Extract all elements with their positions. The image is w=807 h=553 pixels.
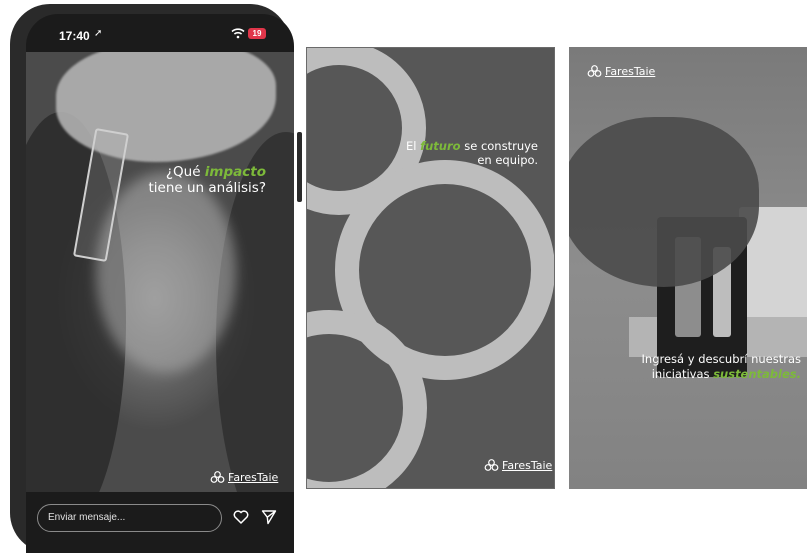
status-bar: 17:40 ➚ 19 bbox=[26, 14, 294, 52]
story-headline-highlight: impacto bbox=[204, 164, 266, 180]
battery-indicator: 19 bbox=[248, 28, 266, 39]
brand-logo-icon bbox=[484, 459, 499, 471]
phone-screen: 17:40 ➚ 19 ¿Qué impacto tiene un análisi… bbox=[26, 14, 294, 553]
story-photo-glove bbox=[56, 52, 276, 162]
phone-volume-up bbox=[16, 122, 21, 168]
panel2-headline-line2: en equipo. bbox=[477, 153, 538, 167]
panel3-headline-line1: Ingresá y descubrí nuestras bbox=[641, 352, 801, 366]
panel2-brand-logo: FaresTaie bbox=[484, 459, 552, 472]
panel3-headline-highlight: sustentables. bbox=[713, 367, 801, 381]
brand-logo-text: FaresTaie bbox=[228, 471, 279, 484]
story-brand-logo: FaresTaie bbox=[210, 471, 278, 484]
phone-mute-switch bbox=[16, 80, 21, 102]
panel2-headline: El futuro se construye en equipo. bbox=[406, 139, 538, 167]
panel3-brand-logo: FaresTaie bbox=[587, 65, 655, 78]
message-input[interactable]: Enviar mensaje... bbox=[37, 504, 222, 532]
phone-power-button bbox=[297, 132, 302, 202]
panel3-photo-glove bbox=[569, 117, 759, 287]
brand-logo-icon bbox=[210, 471, 225, 483]
panel3-headline: Ingresá y descubrí nuestras iniciativas … bbox=[642, 352, 801, 382]
story-panel-futuro[interactable]: El futuro se construye en equipo. FaresT… bbox=[306, 47, 555, 489]
story-panel-sustentables[interactable]: FaresTaie Ingresá y descubrí nuestras in… bbox=[569, 47, 807, 489]
story-headline-line2: tiene un análisis? bbox=[148, 180, 267, 196]
phone-volume-down bbox=[16, 174, 21, 220]
heart-icon[interactable] bbox=[233, 510, 249, 524]
brand-logo-text: FaresTaie bbox=[502, 459, 553, 472]
send-icon[interactable] bbox=[261, 509, 277, 525]
status-time: 17:40 bbox=[59, 29, 90, 43]
story-headline: ¿Qué impacto tiene un análisis? bbox=[149, 164, 267, 196]
panel3-headline-prefix: iniciativas bbox=[651, 367, 714, 381]
story-image[interactable]: ¿Qué impacto tiene un análisis? FaresTai… bbox=[26, 52, 294, 492]
brand-logo-text: FaresTaie bbox=[605, 65, 656, 78]
wifi-icon bbox=[231, 28, 245, 39]
brand-logo-icon bbox=[587, 65, 602, 77]
rings-graphic bbox=[307, 48, 554, 488]
panel2-headline-prefix: El bbox=[405, 139, 421, 153]
phone-frame: 17:40 ➚ 19 ¿Qué impacto tiene un análisi… bbox=[10, 4, 302, 553]
panel2-headline-suffix: se construye bbox=[460, 139, 538, 153]
message-bar: Enviar mensaje... bbox=[26, 492, 294, 553]
story-headline-prefix: ¿Qué bbox=[165, 164, 205, 180]
location-arrow-icon: ➚ bbox=[94, 28, 103, 39]
panel2-headline-highlight: futuro bbox=[420, 139, 461, 153]
